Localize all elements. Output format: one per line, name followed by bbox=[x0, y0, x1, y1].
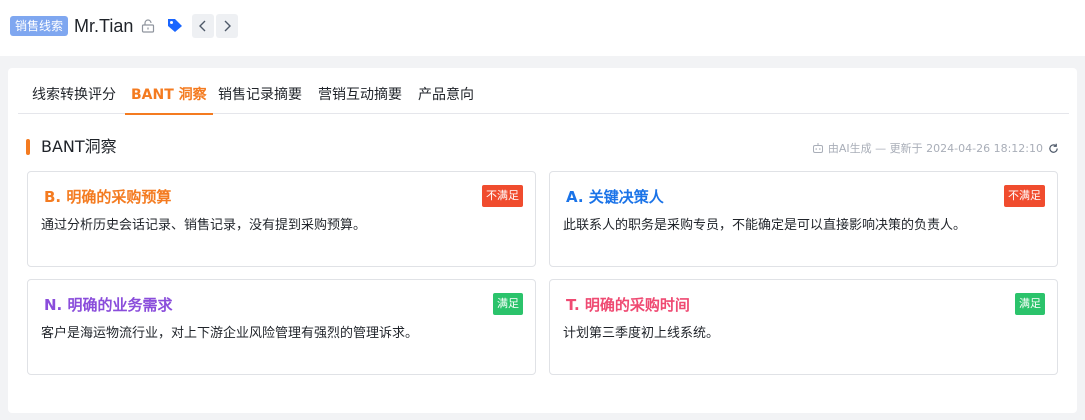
tab-product-intent[interactable]: 产品意向 bbox=[418, 82, 474, 114]
record-title: Mr.Tian bbox=[74, 16, 134, 36]
record-type-tag: 销售线索 bbox=[10, 16, 69, 36]
section-title: BANT洞察 bbox=[41, 137, 117, 156]
insight-panel: 线索转换评分 BANT 洞察 销售记录摘要 营销互动摘要 产品意向 BANT洞察… bbox=[8, 68, 1077, 413]
card-title: T. 明确的采购时间 bbox=[566, 296, 690, 314]
card-title: N. 明确的业务需求 bbox=[44, 296, 173, 314]
bant-card-authority: A. 关键决策人 不满足 此联系人的职务是采购专员，不能确定是可以直接影响决策的… bbox=[549, 171, 1058, 267]
tab-bar: 线索转换评分 BANT 洞察 销售记录摘要 营销互动摘要 产品意向 bbox=[18, 82, 1069, 115]
chevron-left-icon bbox=[199, 20, 206, 32]
tab-sales-record-summary[interactable]: 销售记录摘要 bbox=[218, 82, 302, 114]
ai-generated-text: 由AI生成 — 更新于 2024-04-26 18:12:10 bbox=[827, 142, 1043, 155]
record-header: 销售线索 Mr.Tian bbox=[0, 0, 1085, 56]
status-badge: 满足 bbox=[493, 293, 523, 315]
card-description: 此联系人的职务是采购专员，不能确定是可以直接影响决策的负责人。 bbox=[563, 218, 967, 233]
tab-marketing-interaction-summary[interactable]: 营销互动摘要 bbox=[318, 82, 402, 114]
tag-icon[interactable] bbox=[165, 16, 185, 34]
robot-icon bbox=[812, 143, 823, 153]
status-badge: 不满足 bbox=[482, 185, 523, 207]
card-title: A. 关键决策人 bbox=[566, 188, 664, 206]
previous-record-button[interactable] bbox=[192, 14, 214, 38]
bant-card-need: N. 明确的业务需求 满足 客户是海运物流行业，对上下游企业风险管理有强烈的管理… bbox=[27, 279, 536, 375]
card-description: 通过分析历史会话记录、销售记录，没有提到采购预算。 bbox=[41, 218, 367, 233]
card-description: 客户是海运物流行业，对上下游企业风险管理有强烈的管理诉求。 bbox=[41, 326, 419, 341]
chevron-right-icon bbox=[224, 20, 231, 32]
card-title: B. 明确的采购预算 bbox=[44, 188, 172, 206]
card-description: 计划第三季度初上线系统。 bbox=[563, 326, 720, 341]
bant-card-budget: B. 明确的采购预算 不满足 通过分析历史会话记录、销售记录，没有提到采购预算。 bbox=[27, 171, 536, 267]
refresh-icon[interactable] bbox=[1048, 143, 1059, 154]
ai-generated-info: 由AI生成 — 更新于 2024-04-26 18:12:10 bbox=[812, 140, 1059, 156]
lock-icon[interactable] bbox=[141, 18, 155, 33]
section-accent-bar bbox=[26, 139, 30, 155]
tab-bant-insight[interactable]: BANT 洞察 bbox=[125, 82, 213, 115]
status-badge: 不满足 bbox=[1004, 185, 1045, 207]
status-badge: 满足 bbox=[1015, 293, 1045, 315]
tab-lead-conversion-score[interactable]: 线索转换评分 bbox=[32, 82, 116, 114]
next-record-button[interactable] bbox=[216, 14, 238, 38]
bant-card-timeline: T. 明确的采购时间 满足 计划第三季度初上线系统。 bbox=[549, 279, 1058, 375]
